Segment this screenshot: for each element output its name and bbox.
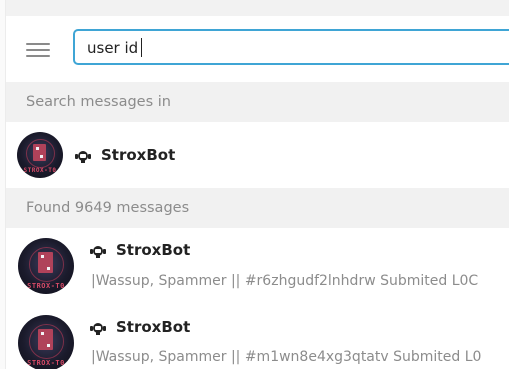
sender-name: StroxBot	[116, 241, 191, 259]
search-input[interactable]	[87, 37, 487, 59]
top-strip	[6, 0, 509, 16]
message-result-row[interactable]: STROX-T0 StroxBot |Wassup, Spammer || #r…	[6, 228, 509, 304]
hamburger-menu-icon[interactable]	[26, 40, 51, 58]
message-preview: |Wassup, Spammer || #m1wn8e4xg3qtatv Sub…	[91, 349, 482, 365]
bot-icon	[90, 246, 106, 258]
section-header-search-in: Search messages in	[6, 82, 509, 122]
chat-row-stroxbot[interactable]: STROX-T0 StroxBot	[6, 122, 509, 188]
sender-name: StroxBot	[116, 318, 191, 336]
bot-icon	[75, 151, 91, 163]
message-preview: |Wassup, Spammer || #r6zhgudf2lnhdrw Sub…	[91, 273, 479, 289]
avatar: STROX-T0	[18, 315, 74, 369]
bot-icon	[90, 323, 106, 335]
chat-name: StroxBot	[101, 146, 176, 164]
avatar: STROX-T0	[17, 132, 63, 178]
search-field[interactable]	[73, 29, 509, 65]
avatar: STROX-T0	[18, 238, 74, 294]
search-header	[6, 16, 509, 82]
section-header-found: Found 9649 messages	[6, 188, 509, 228]
telegram-search-window: Search messages in STROX-T0 StroxBot Fou…	[0, 0, 509, 369]
message-result-row[interactable]: STROX-T0 StroxBot |Wassup, Spammer || #m…	[6, 304, 509, 369]
text-caret	[141, 38, 142, 57]
